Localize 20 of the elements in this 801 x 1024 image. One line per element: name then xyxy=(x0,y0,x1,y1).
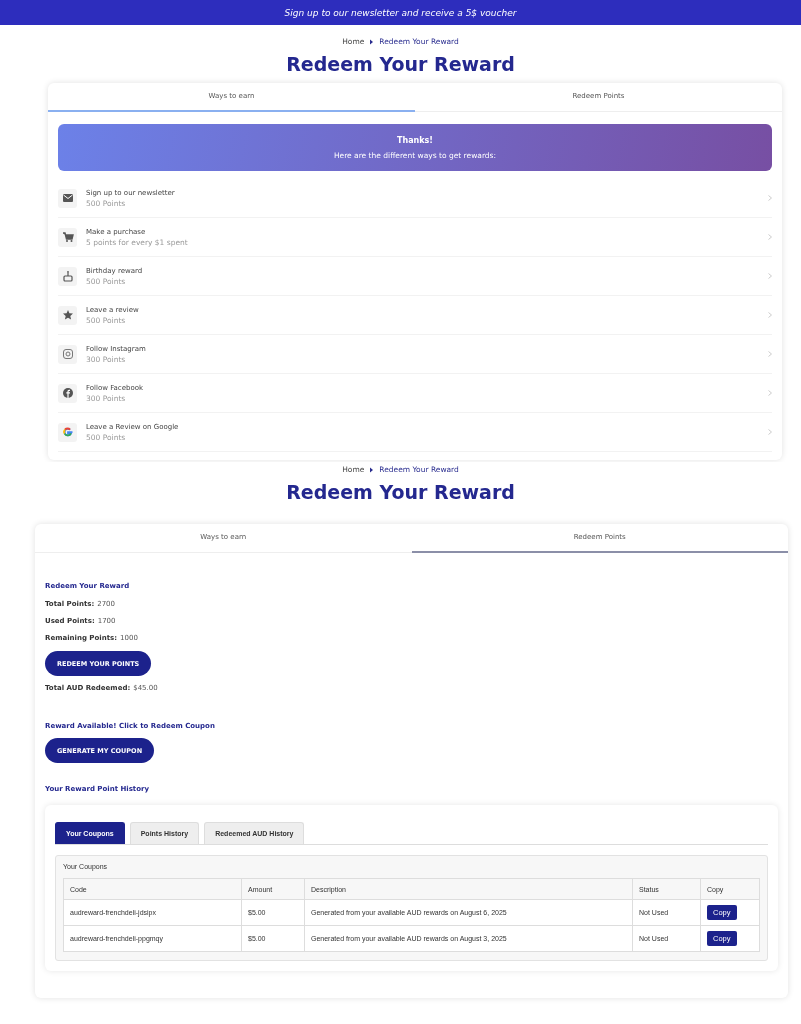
announcement-banner: Sign up to our newsletter and receive a 5$ voucher xyxy=(0,0,801,25)
chevron-icon xyxy=(369,466,375,473)
page-title: Redeem Your Reward xyxy=(286,52,515,77)
chevron-right-icon xyxy=(768,273,772,279)
instagram-icon xyxy=(61,348,74,360)
chevron-right-icon xyxy=(768,429,772,435)
page-title: Redeem Your Reward xyxy=(286,480,515,505)
cart-icon xyxy=(61,231,74,243)
chevron-right-icon xyxy=(768,351,772,357)
chevron-icon xyxy=(369,38,375,45)
star-icon xyxy=(61,309,74,321)
chevron-right-icon xyxy=(768,312,772,318)
envelope-icon xyxy=(61,192,74,204)
hero-title: Thanks! xyxy=(397,135,433,145)
chevron-right-icon xyxy=(768,195,772,201)
cake-icon xyxy=(61,270,74,282)
facebook-icon xyxy=(61,387,74,399)
chevron-right-icon xyxy=(768,390,772,396)
google-icon xyxy=(61,426,74,438)
chevron-right-icon xyxy=(768,234,772,240)
